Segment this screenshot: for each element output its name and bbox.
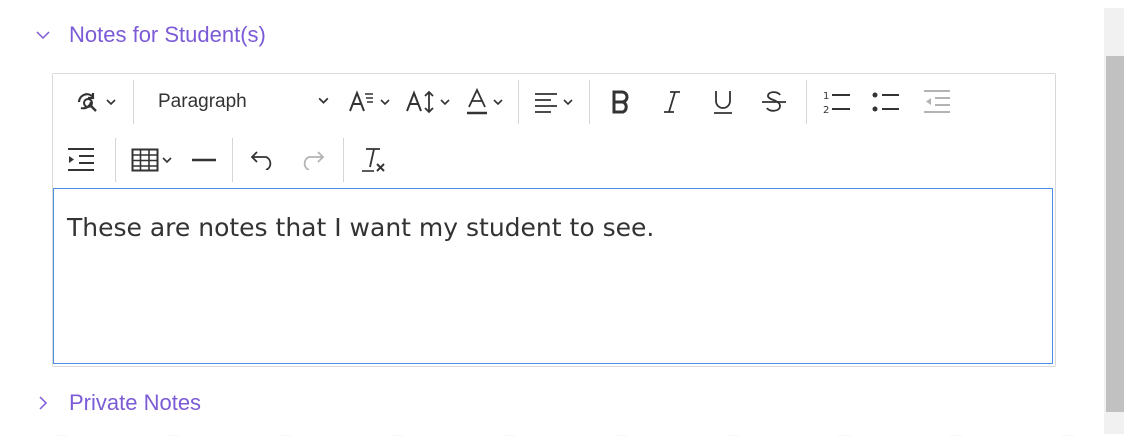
bullet-list-icon bbox=[871, 89, 901, 115]
chevron-down-icon bbox=[562, 96, 574, 108]
indent-icon bbox=[66, 147, 96, 173]
underline-icon bbox=[712, 89, 734, 115]
find-replace-icon bbox=[73, 89, 103, 115]
line-height-icon bbox=[405, 89, 437, 115]
chevron-down-icon bbox=[34, 26, 52, 44]
toolbar-row-2 bbox=[53, 132, 398, 188]
find-replace-button[interactable] bbox=[53, 83, 127, 121]
undo-icon bbox=[250, 150, 276, 170]
section-title: Notes for Student(s) bbox=[69, 22, 266, 47]
toolbar-separator bbox=[806, 80, 807, 124]
section-title: Private Notes bbox=[69, 390, 202, 415]
numbered-list-button[interactable]: 1 2 bbox=[813, 83, 861, 121]
font-size-button[interactable] bbox=[340, 83, 398, 121]
strikethrough-icon bbox=[761, 89, 787, 115]
insert-table-button[interactable] bbox=[122, 141, 182, 179]
bold-icon bbox=[610, 90, 632, 114]
scrollbar-thumb[interactable] bbox=[1106, 56, 1124, 412]
section-private-notes-header[interactable]: Private Notes bbox=[34, 390, 201, 416]
page-frame: Notes for Student(s) Paragraph 1 2 These… bbox=[0, 0, 1136, 448]
strikethrough-button[interactable] bbox=[748, 83, 800, 121]
section-notes-for-students-header[interactable]: Notes for Student(s) bbox=[34, 22, 266, 48]
clear-formatting-icon bbox=[360, 146, 388, 174]
chevron-down-icon bbox=[105, 96, 117, 108]
clear-formatting-button[interactable] bbox=[350, 141, 398, 179]
horizontal-line-button[interactable] bbox=[182, 141, 226, 179]
editor-content-text[interactable]: These are notes that I want my student t… bbox=[67, 213, 654, 242]
chevron-down-icon bbox=[492, 96, 504, 108]
toolbar-separator bbox=[232, 138, 233, 182]
redo-button[interactable] bbox=[287, 141, 337, 179]
toolbar-separator bbox=[518, 80, 519, 124]
chevron-down-icon bbox=[161, 154, 173, 166]
toolbar-separator bbox=[115, 138, 116, 182]
underline-button[interactable] bbox=[698, 83, 748, 121]
toolbar-separator bbox=[589, 80, 590, 124]
editor-toolbar: Paragraph 1 2 bbox=[53, 74, 1055, 187]
redo-icon bbox=[299, 150, 325, 170]
table-icon bbox=[131, 148, 159, 172]
align-left-icon bbox=[534, 91, 560, 113]
undo-button[interactable] bbox=[239, 141, 287, 179]
chevron-right-icon bbox=[34, 394, 52, 412]
italic-icon bbox=[662, 90, 682, 114]
font-color-button[interactable] bbox=[458, 83, 512, 121]
heading-select[interactable]: Paragraph bbox=[140, 83, 340, 121]
toolbar-row-1: Paragraph 1 2 bbox=[53, 74, 963, 130]
rich-text-editor: Paragraph 1 2 These are notes that I wan… bbox=[52, 73, 1056, 367]
svg-text:1: 1 bbox=[823, 91, 829, 102]
bold-button[interactable] bbox=[596, 83, 646, 121]
line-height-button[interactable] bbox=[398, 83, 458, 121]
horizontal-line-icon bbox=[191, 157, 217, 163]
indent-button[interactable] bbox=[53, 141, 109, 179]
font-size-icon bbox=[347, 89, 377, 115]
numbered-list-icon: 1 2 bbox=[822, 89, 852, 115]
chevron-down-icon bbox=[379, 96, 391, 108]
outdent-button[interactable] bbox=[911, 83, 963, 121]
editor-content-area[interactable]: These are notes that I want my student t… bbox=[53, 188, 1053, 364]
font-color-icon bbox=[466, 88, 490, 116]
chevron-down-icon bbox=[317, 91, 330, 113]
outdent-icon bbox=[922, 89, 952, 115]
align-button[interactable] bbox=[525, 83, 583, 121]
toolbar-separator bbox=[343, 138, 344, 182]
svg-text:2: 2 bbox=[823, 105, 829, 115]
toolbar-separator bbox=[133, 80, 134, 124]
heading-select-value: Paragraph bbox=[158, 91, 247, 112]
italic-button[interactable] bbox=[646, 83, 698, 121]
bullet-list-button[interactable] bbox=[861, 83, 911, 121]
chevron-down-icon bbox=[439, 96, 451, 108]
